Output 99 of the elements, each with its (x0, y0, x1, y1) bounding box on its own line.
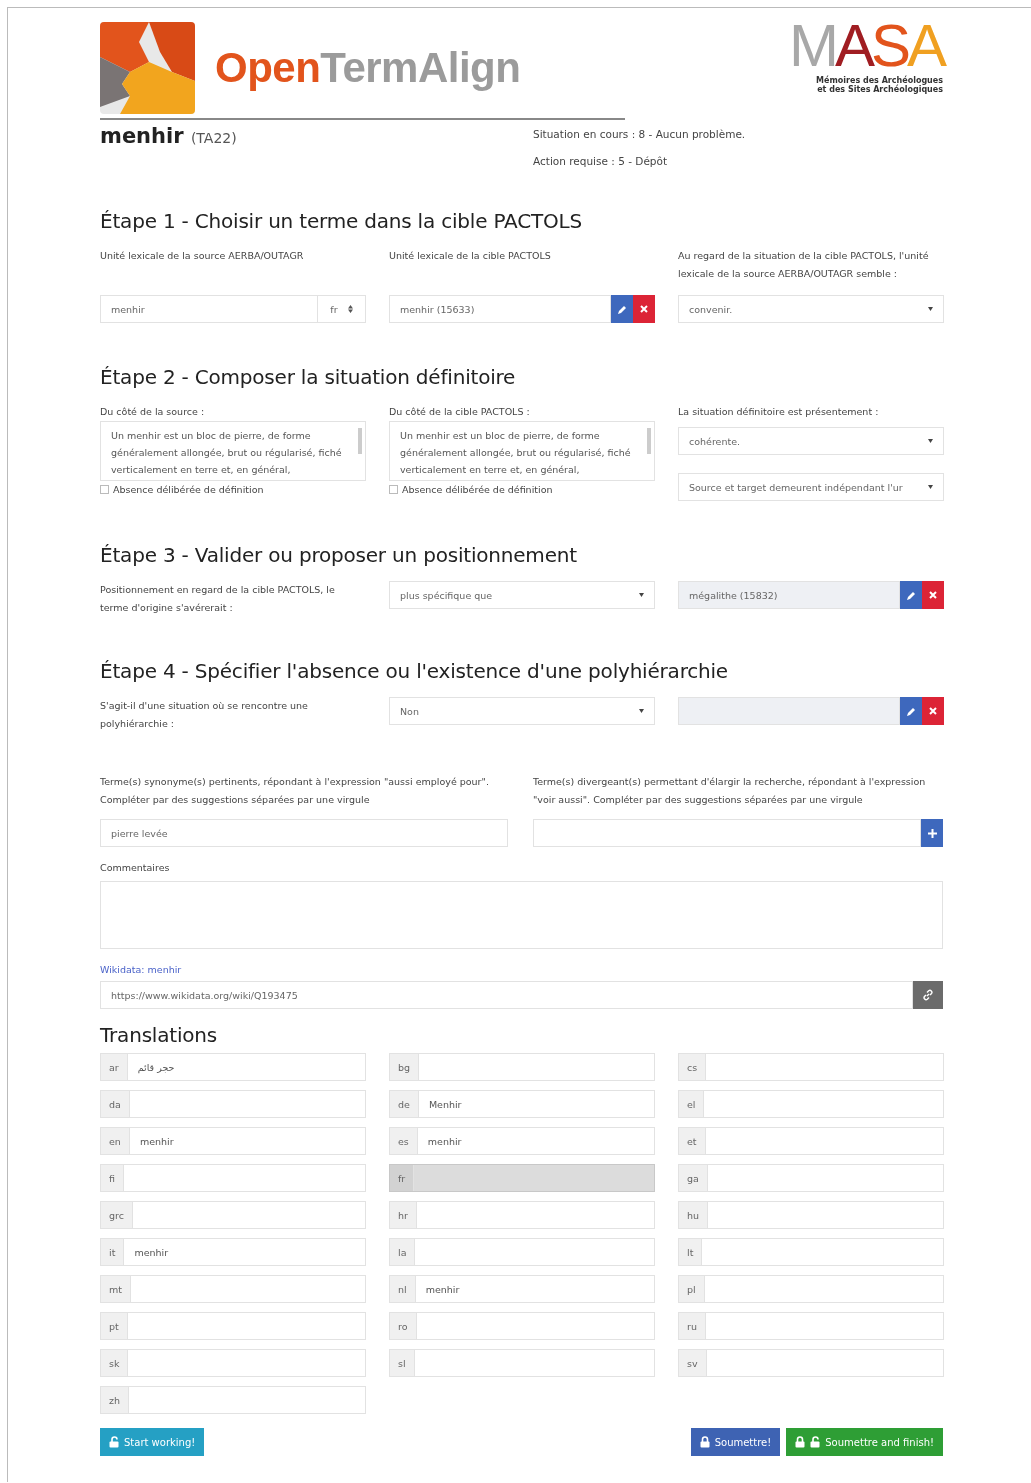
field-label: S'agit-il d'une situation où se rencontre une polyhiérarchie : (100, 699, 309, 731)
translation-field[interactable]: la (389, 1238, 655, 1266)
url-field[interactable]: https://www.wikidata.org/wiki/Q193475 (100, 981, 913, 1009)
field-label: Terme(s) synonyme(s) pertinents, répondant à l'expression "aussi employé pour". Compléter par des suggestions séparées par une virgule (100, 775, 490, 807)
translation-field[interactable]: it menhir (100, 1238, 366, 1266)
caret-icon (928, 439, 933, 443)
translation-field[interactable]: bg (389, 1053, 655, 1081)
translation-field[interactable]: sv (678, 1349, 944, 1377)
remove-button[interactable] (922, 697, 944, 725)
section-heading: Translations (100, 1023, 218, 1047)
partner-logo: MASA (788, 16, 943, 76)
language-select[interactable]: fr (318, 295, 366, 323)
start-button[interactable]: Start working! (100, 1428, 205, 1456)
situation-select[interactable]: cohérente. (678, 427, 944, 455)
step-heading: Étape 4 - Spécifier l'absence ou l'existence d'une polyhiérarchie (100, 659, 729, 683)
relation-select[interactable]: Source et target demeurent indépendant l'ur (678, 473, 944, 501)
translation-field[interactable]: ga (678, 1164, 944, 1192)
scrollbar[interactable] (358, 428, 362, 454)
pencil-icon (616, 303, 628, 315)
checkbox[interactable] (100, 485, 109, 494)
source-term-field[interactable]: menhir (100, 295, 318, 323)
caret-icon (928, 307, 933, 311)
translation-field[interactable]: ro (389, 1312, 655, 1340)
field-label: Commentaires (100, 861, 171, 875)
scrollbar[interactable] (647, 428, 651, 454)
unlocked-padlock-icon (109, 1436, 119, 1448)
synonyms-field[interactable]: pierre levée (100, 819, 508, 847)
step-heading: Étape 2 - Composer la situation définitoire (100, 365, 517, 389)
checkbox-label: Absence délibérée de définition (402, 484, 553, 495)
translation-field[interactable]: grc (100, 1201, 366, 1229)
translation-field[interactable]: fi (100, 1164, 366, 1192)
caret-icon (928, 485, 933, 489)
translation-field[interactable]: mt (100, 1275, 366, 1303)
step-heading: Étape 3 - Valider ou proposer un positionnement (100, 543, 578, 567)
target-term-field[interactable]: menhir (15633) (389, 295, 611, 323)
open-link-button[interactable] (913, 981, 943, 1009)
close-icon (929, 707, 937, 715)
caret-icon (639, 593, 644, 597)
translation-field[interactable]: lt (678, 1238, 944, 1266)
field-label: Au regard de la situation de la cible PACTOLS, l'unité lexicale de la source AERBA/OUTAGR semble : (678, 249, 930, 281)
pencil-icon (905, 589, 917, 601)
wikidata-link[interactable]: Wikidata: menhir (100, 964, 182, 975)
field-label: Du côté de la source : (100, 405, 206, 419)
padlock-icon (699, 1436, 710, 1448)
translation-field[interactable]: da (100, 1090, 366, 1118)
edit-button[interactable] (900, 581, 922, 609)
edit-button[interactable] (900, 697, 922, 725)
close-icon (929, 591, 937, 599)
unlocked-padlock-icon (810, 1436, 821, 1448)
submit-button[interactable]: Soumettre! (690, 1428, 781, 1456)
caret-icon (639, 709, 644, 713)
term-title: menhir (TA22) (100, 124, 237, 148)
add-button[interactable] (921, 819, 943, 847)
translation-field[interactable]: es menhir (389, 1127, 655, 1155)
translation-field[interactable]: hr (389, 1201, 655, 1229)
translation-field[interactable]: de Menhir (389, 1090, 655, 1118)
remove-button[interactable] (633, 295, 655, 323)
status-text: Action requise : 5 - Dépôt (533, 155, 669, 167)
pencil-icon (905, 705, 917, 717)
submit-finish-button[interactable]: Soumettre and finish! (786, 1428, 943, 1456)
field-label: Unité lexicale de la cible PACTOLS (389, 249, 552, 263)
translation-field[interactable]: sk (100, 1349, 366, 1377)
translation-field[interactable]: hu (678, 1201, 944, 1229)
field-label: La situation définitoire est présentement : (678, 405, 880, 419)
translation-field[interactable]: en menhir (100, 1127, 366, 1155)
plus-icon (927, 828, 937, 838)
position-select[interactable]: plus spécifique que (389, 581, 655, 609)
field-label: Terme(s) divergeant(s) permettant d'élargir la recherche, répondant à l'expression "voir aussi". Compléter par des suggestions séparées par une virgule (533, 775, 927, 807)
field-label: Du côté de la cible PACTOLS : (389, 405, 531, 419)
translation-field[interactable]: cs (678, 1053, 944, 1081)
definition-textarea[interactable]: Un menhir est un bloc de pierre, de forme généralement allongée, brut ou régularisé, fiché verticalement en terre et, en général, (389, 421, 655, 481)
app-name: OpenTermAlign (215, 44, 521, 92)
translation-field[interactable]: pt (100, 1312, 366, 1340)
status-text: Situation en cours : 8 - Aucun problème. (533, 128, 747, 140)
step-heading: Étape 1 - Choisir un terme dans la cible PACTOLS (100, 209, 583, 233)
field-label: Unité lexicale de la source AERBA/OUTAGR (100, 249, 305, 263)
partner-logo-caption: Mémoires des Archéologues et des Sites Archéologiques (816, 76, 943, 94)
link-icon (922, 989, 934, 1001)
checkbox-label: Absence délibérée de définition (113, 484, 264, 495)
related-terms-field[interactable] (533, 819, 921, 847)
translation-field[interactable]: pl (678, 1275, 944, 1303)
translation-field[interactable]: et (678, 1127, 944, 1155)
field-label: Positionnement en regard de la cible PACTOLS, le terme d'origine s'avérerait : (100, 583, 336, 615)
remove-button[interactable] (922, 581, 944, 609)
translation-field[interactable]: el (678, 1090, 944, 1118)
close-icon (640, 305, 648, 313)
related-term-field[interactable]: mégalithe (15832) (678, 581, 900, 609)
translation-field[interactable]: nl menhir (389, 1275, 655, 1303)
edit-button[interactable] (611, 295, 633, 323)
related-term-field[interactable] (678, 697, 900, 725)
definition-textarea[interactable]: Un menhir est un bloc de pierre, de forme généralement allongée, brut ou régularisé, fiché verticalement en terre et, en général, (100, 421, 366, 481)
checkbox[interactable] (389, 485, 398, 494)
polyhierarchy-select[interactable]: Non (389, 697, 655, 725)
sort-arrows-icon (347, 305, 353, 313)
padlock-icon (795, 1436, 806, 1448)
translation-field[interactable]: zh (100, 1386, 366, 1414)
translation-field[interactable]: sl (389, 1349, 655, 1377)
judgement-select[interactable]: convenir. (678, 295, 944, 323)
translation-field[interactable]: ru (678, 1312, 944, 1340)
